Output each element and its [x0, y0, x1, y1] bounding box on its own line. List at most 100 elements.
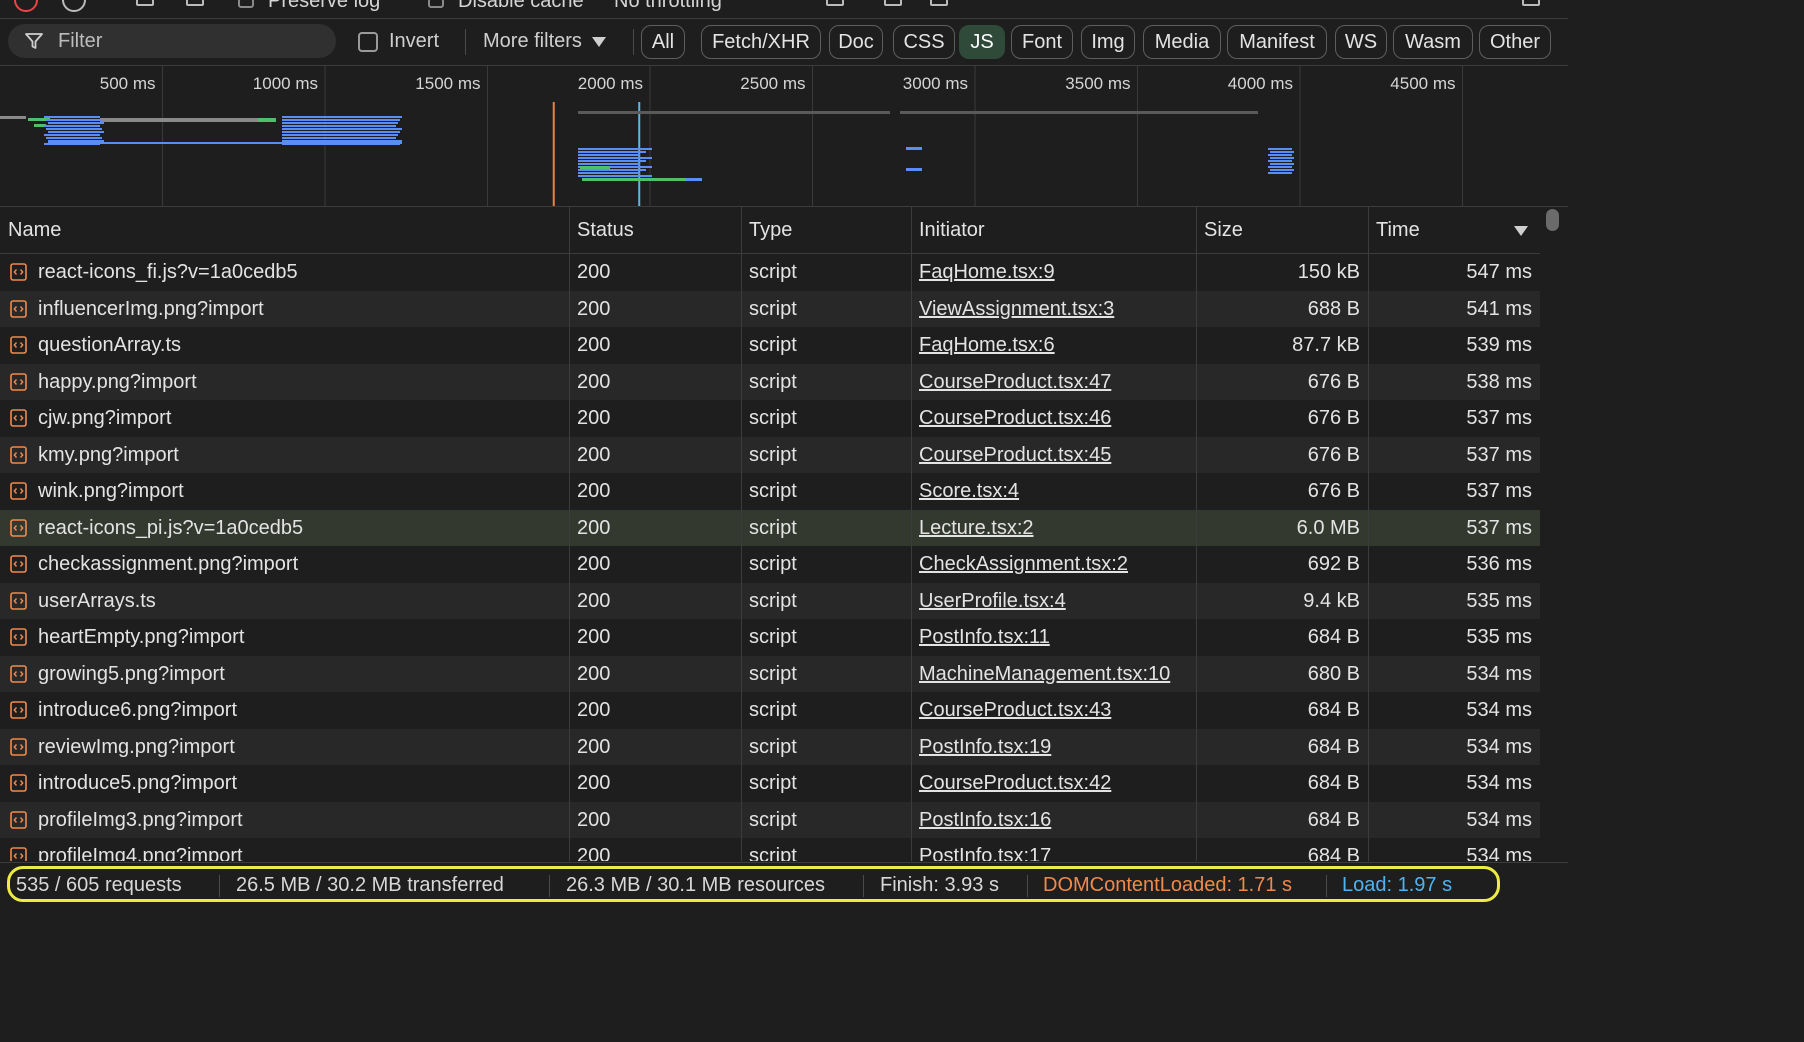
initiator-link[interactable]: PostInfo.tsx:16: [919, 809, 1051, 831]
request-name[interactable]: reviewImg.png?import: [0, 729, 569, 766]
request-name[interactable]: introduce5.png?import: [0, 765, 569, 802]
invert-checkbox[interactable]: [358, 31, 378, 52]
table-row[interactable]: profileImg3.png?import 200 script PostInfo.…: [0, 801, 1540, 839]
import-har-icon[interactable]: [884, 0, 902, 6]
table-row[interactable]: react-icons_pi.js?v=1a0cedb5 200 script Lec…: [0, 509, 1540, 547]
initiator-link[interactable]: MachineManagement.tsx:10: [919, 663, 1170, 685]
table-scrollbar[interactable]: [1541, 207, 1568, 861]
table-row[interactable]: checkassignment.png?import 200 script Check…: [0, 546, 1540, 583]
settings-gear-icon[interactable]: [1522, 0, 1540, 6]
table-row[interactable]: wink.png?import 200 script Score.tsx:4 676 B…: [0, 473, 1540, 510]
more-filters-dropdown[interactable]: More filters: [483, 30, 606, 53]
request-type: script: [749, 407, 797, 429]
initiator-link[interactable]: PostInfo.tsx:17: [919, 845, 1051, 861]
column-header-initiator[interactable]: Initiator: [911, 207, 1196, 253]
table-row[interactable]: profileImg4.png?import 200 script PostInfo.…: [0, 838, 1540, 861]
table-row[interactable]: kmy.png?import 200 script CourseProduct.tsx…: [0, 436, 1540, 474]
request-size: 6.0 MB: [1296, 516, 1360, 539]
dom-content-loaded-time: DOMContentLoaded: 1.71 s: [1043, 874, 1293, 896]
initiator-link[interactable]: FaqHome.tsx:9: [919, 261, 1055, 283]
timeline-bar: [48, 142, 402, 144]
invert-toggle[interactable]: Invert: [358, 30, 439, 53]
filter-chip-js[interactable]: JS: [959, 25, 1005, 59]
filter-chip-font[interactable]: Font: [1011, 25, 1073, 59]
initiator-link[interactable]: UserProfile.tsx:4: [919, 590, 1066, 612]
request-name[interactable]: profileImg3.png?import: [0, 802, 569, 839]
request-name[interactable]: happy.png?import: [0, 364, 569, 401]
filter-chip-fetch-xhr[interactable]: Fetch/XHR: [701, 25, 821, 59]
initiator-link[interactable]: CourseProduct.tsx:46: [919, 407, 1111, 429]
request-status: 200: [577, 516, 611, 539]
preserve-log-checkbox[interactable]: [238, 0, 254, 8]
initiator-link[interactable]: PostInfo.tsx:19: [919, 736, 1051, 758]
column-header-status[interactable]: Status: [569, 207, 741, 253]
initiator-link[interactable]: ViewAssignment.tsx:3: [919, 298, 1114, 320]
timeline-bar: [282, 134, 398, 136]
clear-icon[interactable]: [62, 0, 86, 12]
filter-chip-img[interactable]: Img: [1081, 25, 1135, 59]
throttling-select[interactable]: No throttling: [614, 0, 722, 13]
table-row[interactable]: introduce5.png?import 200 script CourseProd…: [0, 765, 1540, 802]
request-name[interactable]: react-icons_pi.js?v=1a0cedb5: [0, 510, 569, 547]
table-row[interactable]: cjw.png?import 200 script CourseProduct.tsx…: [0, 400, 1540, 437]
initiator-link[interactable]: Score.tsx:4: [919, 480, 1019, 502]
initiator-link[interactable]: PostInfo.tsx:11: [919, 626, 1050, 648]
table-row[interactable]: questionArray.ts 200 script FaqHome.tsx:6 87…: [0, 327, 1540, 364]
request-name[interactable]: introduce6.png?import: [0, 692, 569, 729]
request-name[interactable]: kmy.png?import: [0, 437, 569, 474]
record-icon[interactable]: [14, 0, 38, 12]
filter-chip-css[interactable]: CSS: [893, 25, 955, 59]
request-name[interactable]: growing5.png?import: [0, 656, 569, 693]
disable-cache-checkbox[interactable]: [428, 0, 444, 8]
export-har-icon[interactable]: [930, 0, 948, 6]
search-icon[interactable]: [186, 0, 204, 6]
filter-chip-media[interactable]: Media: [1143, 25, 1221, 59]
filter-input-container[interactable]: [8, 24, 336, 58]
initiator-link[interactable]: CheckAssignment.tsx:2: [919, 553, 1128, 575]
table-row[interactable]: growing5.png?import 200 script MachineManag…: [0, 655, 1540, 693]
sort-descending-icon: [1514, 226, 1528, 236]
network-conditions-icon[interactable]: [826, 0, 844, 6]
request-name[interactable]: wink.png?import: [0, 473, 569, 510]
initiator-link[interactable]: CourseProduct.tsx:47: [919, 371, 1111, 393]
initiator-link[interactable]: CourseProduct.tsx:45: [919, 444, 1111, 466]
scrollbar-thumb[interactable]: [1546, 209, 1559, 231]
initiator-link[interactable]: CourseProduct.tsx:42: [919, 772, 1111, 794]
request-name[interactable]: checkassignment.png?import: [0, 546, 569, 583]
request-name[interactable]: profileImg4.png?import: [0, 838, 569, 861]
fetch-icon[interactable]: [136, 0, 154, 6]
filter-chip-wasm[interactable]: Wasm: [1393, 25, 1473, 59]
table-row[interactable]: userArrays.ts 200 script UserProfile.tsx:4 9…: [0, 582, 1540, 620]
table-row[interactable]: reviewImg.png?import 200 script PostInfo.ts…: [0, 728, 1540, 766]
column-header-type[interactable]: Type: [741, 207, 911, 253]
request-time: 537 ms: [1466, 443, 1532, 466]
table-row[interactable]: influencerImg.png?import 200 script ViewAss…: [0, 290, 1540, 328]
table-row[interactable]: heartEmpty.png?import 200 script PostInfo.t…: [0, 619, 1540, 656]
resources-size: 26.3 MB / 30.1 MB resources: [566, 874, 826, 896]
filter-chip-doc[interactable]: Doc: [829, 25, 883, 59]
initiator-link[interactable]: CourseProduct.tsx:43: [919, 699, 1111, 721]
filter-input[interactable]: [56, 28, 320, 54]
request-name[interactable]: heartEmpty.png?import: [0, 619, 569, 656]
initiator-link[interactable]: FaqHome.tsx:6: [919, 334, 1055, 356]
request-name[interactable]: userArrays.ts: [0, 583, 569, 620]
filter-chip-other[interactable]: Other: [1479, 25, 1551, 59]
column-header-size[interactable]: Size: [1196, 207, 1368, 253]
filter-chip-manifest[interactable]: Manifest: [1227, 25, 1327, 59]
filter-chip-all[interactable]: All: [641, 25, 685, 59]
request-name[interactable]: influencerImg.png?import: [0, 291, 569, 328]
timeline-tick-label: 2000 ms: [577, 74, 643, 93]
column-header-name[interactable]: Name: [0, 207, 569, 253]
request-name[interactable]: react-icons_fi.js?v=1a0cedb5: [0, 254, 569, 291]
request-status: 200: [577, 699, 611, 721]
request-name[interactable]: questionArray.ts: [0, 327, 569, 364]
request-name[interactable]: cjw.png?import: [0, 400, 569, 437]
filter-funnel-icon: [25, 33, 43, 49]
table-row[interactable]: happy.png?import 200 script CourseProduct.t…: [0, 363, 1540, 401]
table-row[interactable]: react-icons_fi.js?v=1a0cedb5 200 script Faq…: [0, 254, 1540, 291]
divider: [549, 875, 550, 897]
initiator-link[interactable]: Lecture.tsx:2: [919, 517, 1034, 539]
filter-chip-ws[interactable]: WS: [1335, 25, 1387, 59]
table-row[interactable]: introduce6.png?import 200 script CourseProd…: [0, 692, 1540, 729]
network-overview[interactable]: 500 ms 1000 ms 1500 ms 2000 ms 2500 ms 3000 m…: [0, 66, 1568, 207]
